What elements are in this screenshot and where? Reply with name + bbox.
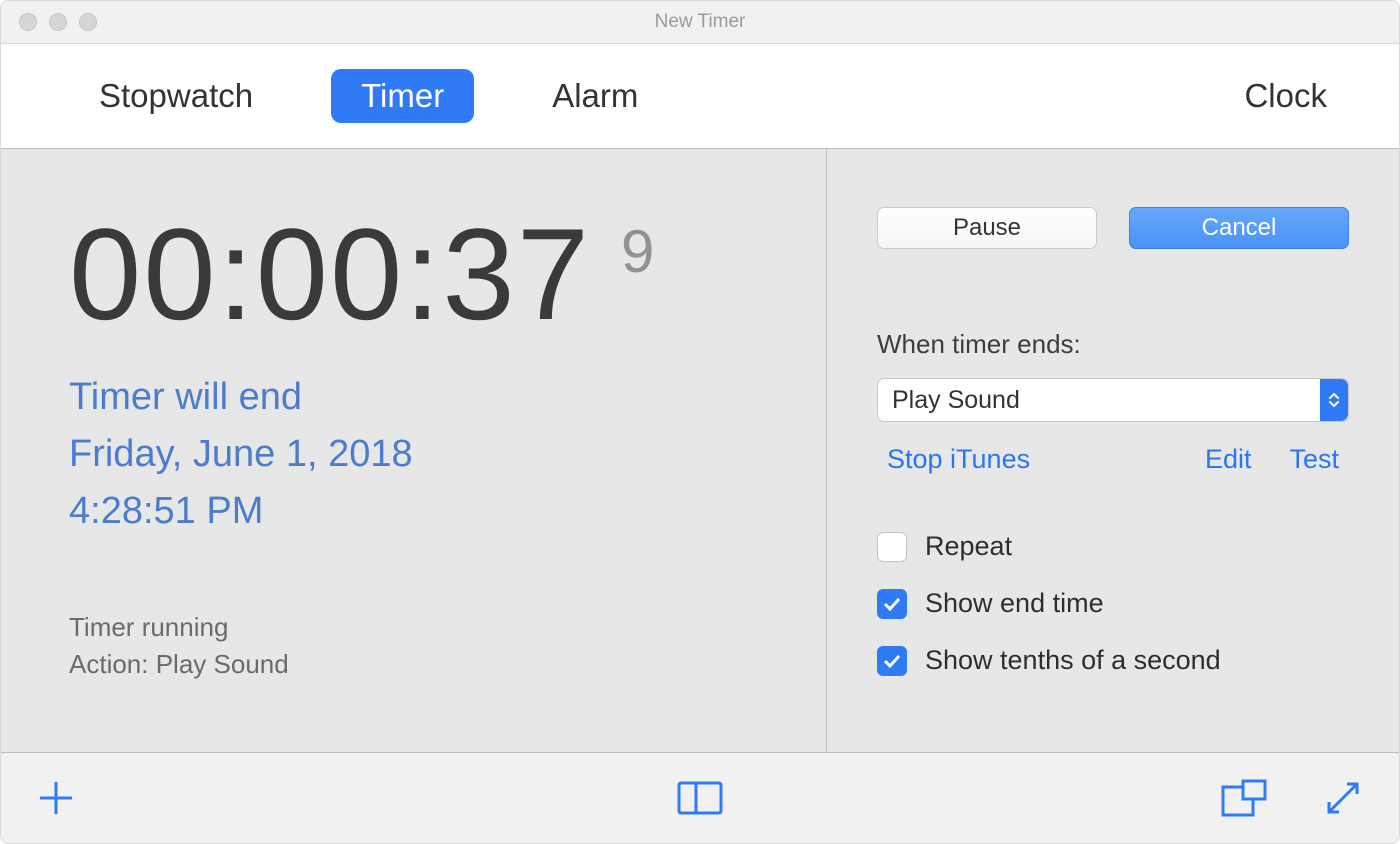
timer-end-label: Timer will end [69,369,758,426]
show-end-time-checkbox-row[interactable]: Show end time [877,588,1349,619]
repeat-checkbox[interactable] [877,532,907,562]
timer-action-line: Action: Play Sound [69,646,758,682]
cancel-button[interactable]: Cancel [1129,207,1349,249]
sidebar-icon [677,781,723,815]
tab-alarm[interactable]: Alarm [522,69,668,123]
plus-icon [37,779,75,817]
toggle-sidebar-button[interactable] [677,781,723,815]
pause-button[interactable]: Pause [877,207,1097,249]
tab-timer[interactable]: Timer [331,69,474,123]
timer-end-block: Timer will end Friday, June 1, 2018 4:28… [69,369,758,540]
popout-button[interactable] [1221,778,1267,818]
fullscreen-button[interactable] [1323,778,1363,818]
show-tenths-label: Show tenths of a second [925,645,1221,676]
stop-itunes-link[interactable]: Stop iTunes [887,444,1030,475]
timer-status-block: Timer running Action: Play Sound [69,609,758,712]
window-title: New Timer [1,11,1399,33]
timer-remaining-time: 00:00:37 [69,209,591,339]
select-stepper-icon [1320,379,1348,421]
expand-icon [1323,778,1363,818]
end-action-selected-value: Play Sound [892,386,1020,415]
titlebar: New Timer [1,1,1399,44]
show-tenths-checkbox-row[interactable]: Show tenths of a second [877,645,1349,676]
test-link[interactable]: Test [1289,444,1339,475]
when-timer-ends-label: When timer ends: [877,329,1349,360]
timer-display-pane: 00:00:37 9 Timer will end Friday, June 1… [1,149,827,752]
repeat-checkbox-row[interactable]: Repeat [877,531,1349,562]
timer-end-time: 4:28:51 PM [69,483,758,540]
add-button[interactable] [37,779,75,817]
tab-stopwatch[interactable]: Stopwatch [69,69,283,123]
content-area: 00:00:37 9 Timer will end Friday, June 1… [1,149,1399,752]
timer-status-line: Timer running [69,609,758,645]
end-action-select[interactable]: Play Sound [877,378,1349,422]
mode-tabbar: Stopwatch Timer Alarm Clock [1,44,1399,149]
timer-settings-pane: Pause Cancel When timer ends: Play Sound… [827,149,1399,752]
popout-icon [1221,779,1267,817]
show-end-time-label: Show end time [925,588,1104,619]
timer-tenths: 9 [621,217,654,286]
repeat-label: Repeat [925,531,1012,562]
edit-link[interactable]: Edit [1205,444,1252,475]
footer-toolbar [1,752,1399,843]
app-window: New Timer Stopwatch Timer Alarm Clock 00… [0,0,1400,844]
show-end-time-checkbox[interactable] [877,589,907,619]
timer-end-date: Friday, June 1, 2018 [69,426,758,483]
tab-clock[interactable]: Clock [1244,77,1327,115]
show-tenths-checkbox[interactable] [877,646,907,676]
